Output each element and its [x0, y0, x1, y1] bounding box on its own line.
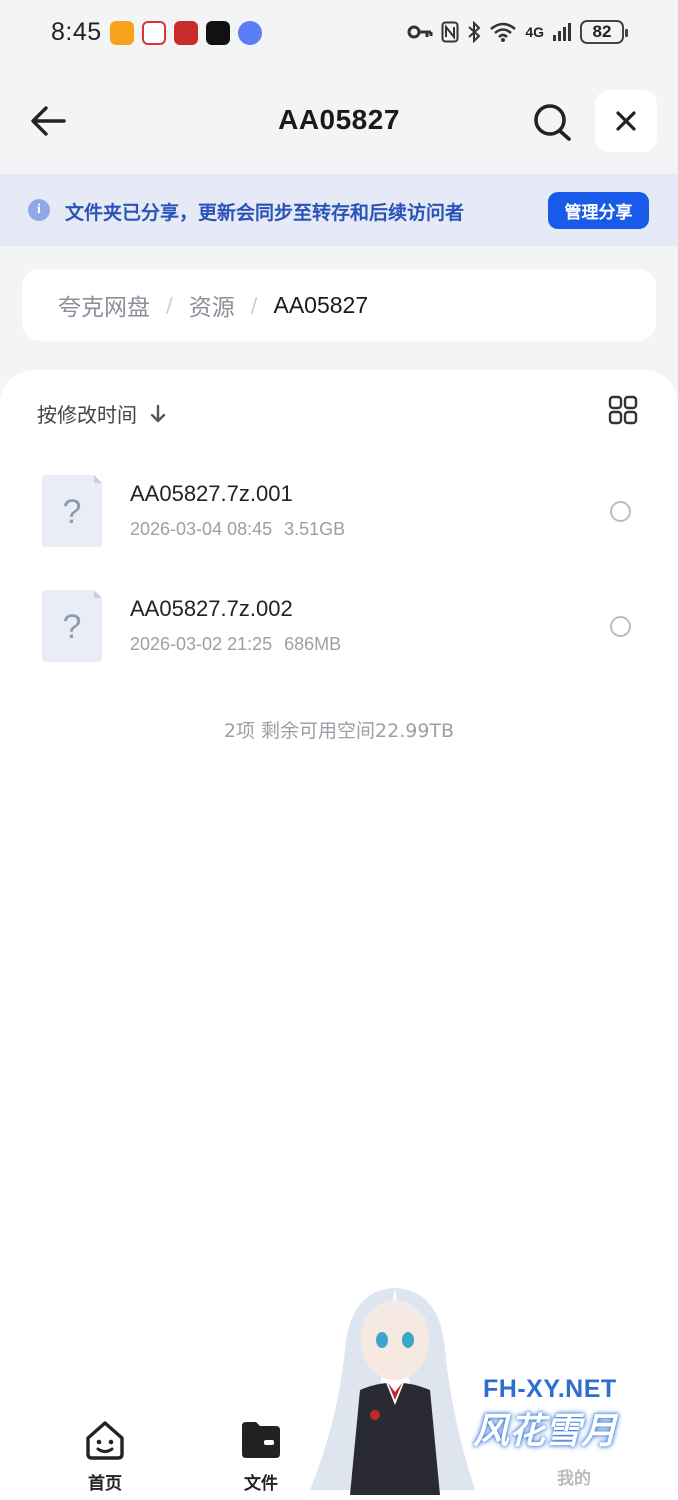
- app-notification-icon: [142, 21, 166, 45]
- bluetooth-icon: [468, 21, 481, 43]
- svg-text:?: ?: [63, 608, 82, 646]
- nav-label-home: 首页: [88, 1474, 122, 1494]
- page-title: AA05827: [278, 104, 400, 135]
- file-name: AA05827.7z.001: [130, 481, 293, 506]
- system-icons: 4G 82: [407, 20, 628, 44]
- nav-label-files: 文件: [244, 1474, 278, 1494]
- wifi-icon: [490, 22, 517, 42]
- notification-icons: [110, 21, 262, 45]
- unknown-file-icon: ?: [42, 590, 102, 662]
- search-icon[interactable]: [530, 100, 574, 144]
- breadcrumb-separator: /: [166, 293, 173, 317]
- breadcrumb-item-current: AA05827: [273, 291, 369, 318]
- anime-character-watermark: [310, 1288, 475, 1495]
- select-checkbox[interactable]: [610, 501, 631, 522]
- unknown-file-icon: ?: [42, 475, 102, 547]
- arrow-down-icon: [150, 404, 166, 422]
- select-checkbox[interactable]: [610, 616, 631, 637]
- file-row[interactable]: ? AA05827.7z.002 2026-03-02 21:25 686MB: [0, 590, 678, 690]
- svg-text:?: ?: [63, 493, 82, 531]
- app-notification-icon: [174, 21, 198, 45]
- key-icon: [407, 25, 433, 39]
- tiktok-icon: [206, 21, 230, 45]
- info-icon: i: [28, 199, 50, 221]
- home-face-icon: [86, 1421, 124, 1460]
- share-banner: i 文件夹已分享，更新会同步至转存和后续访问者 管理分享: [0, 174, 678, 246]
- signal-icon: [553, 23, 571, 41]
- breadcrumb-separator: /: [250, 293, 258, 317]
- file-date: 2026-03-04 08:45: [130, 519, 273, 539]
- file-row[interactable]: ? AA05827.7z.001 2026-03-04 08:45 3.51GB: [0, 475, 678, 575]
- file-size: 686MB: [284, 634, 342, 654]
- battery-indicator: 82: [580, 20, 628, 44]
- music-icon: [238, 21, 262, 45]
- close-button[interactable]: [595, 90, 657, 152]
- breadcrumb-item-resources[interactable]: 资源: [189, 288, 235, 322]
- close-icon: [616, 111, 636, 131]
- status-bar: 8:45 4G 82: [0, 0, 678, 68]
- breadcrumb: 夸克网盘 / 资源 / AA05827: [22, 269, 656, 341]
- sort-label: 按修改时间: [37, 403, 137, 427]
- folder-icon: [242, 1422, 280, 1458]
- app-notification-icon: [110, 21, 134, 45]
- nav-item-home[interactable]: 首页: [65, 1420, 145, 1494]
- sort-button[interactable]: 按修改时间: [37, 399, 167, 428]
- grid-view-icon[interactable]: [608, 395, 638, 425]
- nav-item-files[interactable]: 文件: [221, 1420, 301, 1494]
- share-banner-text: 文件夹已分享，更新会同步至转存和后续访问者: [65, 202, 465, 224]
- network-type: 4G: [525, 24, 544, 40]
- watermark: FH-XY.NET 风花雪月: [300, 1280, 660, 1495]
- file-meta: 2026-03-02 21:25 686MB: [130, 634, 341, 655]
- top-app-bar: AA05827: [0, 68, 678, 174]
- file-date: 2026-03-02 21:25: [130, 634, 273, 654]
- status-time: 8:45: [51, 18, 102, 46]
- nfc-icon: [441, 21, 459, 43]
- watermark-site: FH-XY.NET: [483, 1375, 617, 1403]
- file-size: 3.51GB: [284, 519, 346, 539]
- watermark-brand: 风花雪月: [473, 1411, 618, 1452]
- manage-share-button[interactable]: 管理分享: [548, 192, 649, 229]
- breadcrumb-item-root[interactable]: 夸克网盘: [58, 288, 150, 322]
- file-meta: 2026-03-04 08:45 3.51GB: [130, 519, 345, 540]
- file-name: AA05827.7z.002: [130, 596, 293, 621]
- storage-summary: 2项 剩余可用空间22.99TB: [223, 720, 455, 742]
